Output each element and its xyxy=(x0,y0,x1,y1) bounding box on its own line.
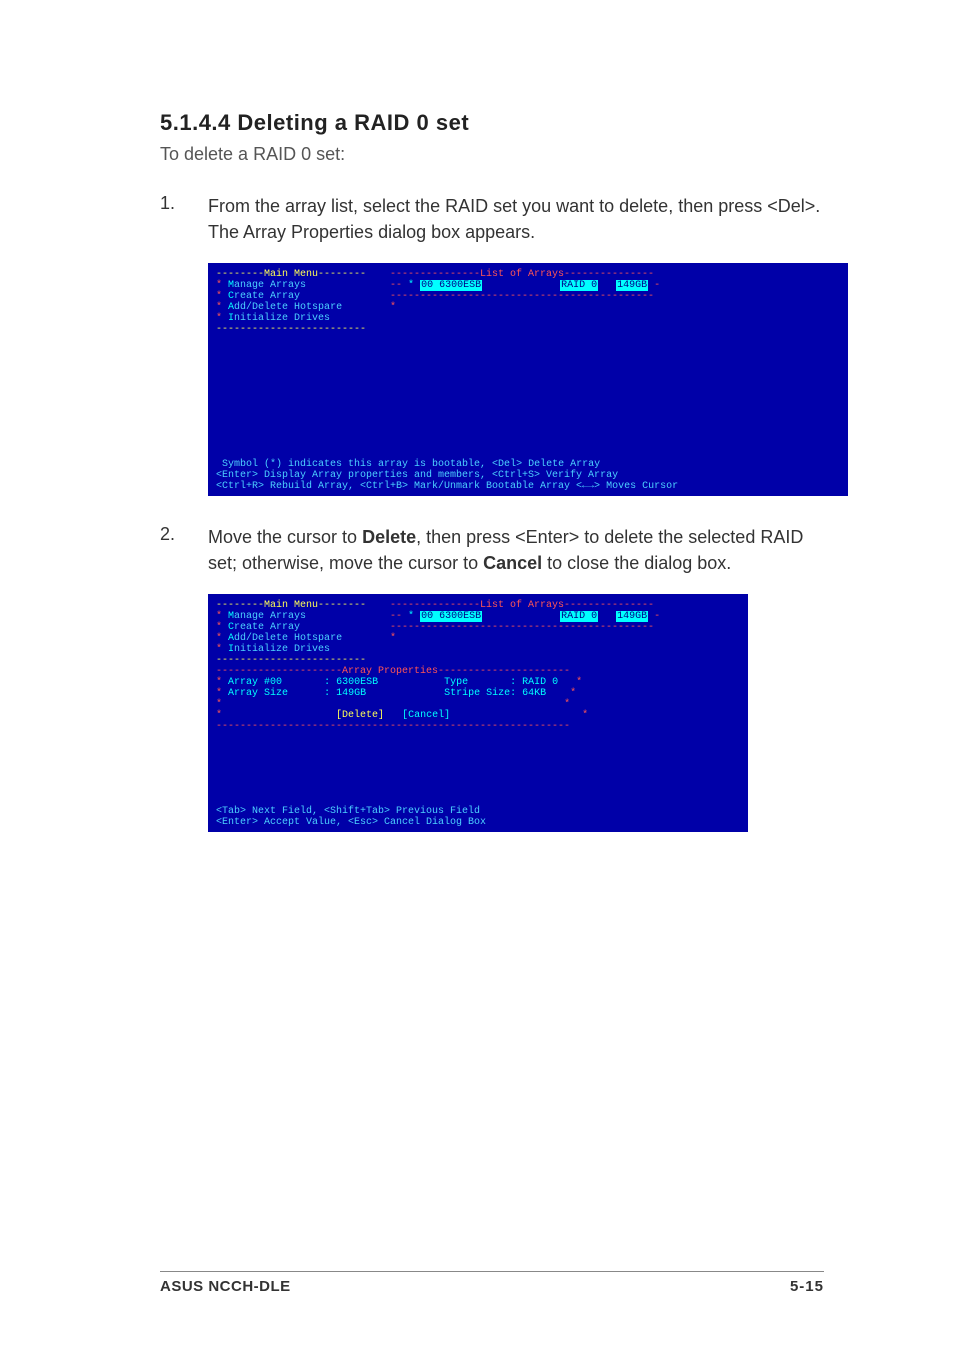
array-no-label: Array #00 xyxy=(228,677,282,688)
props-title: ---------------------Array Properties---… xyxy=(216,666,570,677)
bios-footer-line: <Ctrl+R> Rebuild Array, <Ctrl+B> Mark/Un… xyxy=(216,481,678,492)
stripe-val: 64KB xyxy=(522,688,546,699)
text-frag: to close the dialog box. xyxy=(542,553,731,573)
step-text: Move the cursor to Delete, then press <E… xyxy=(208,524,824,576)
list-border: ----------------------------------------… xyxy=(390,291,654,302)
step-1: 1. From the array list, select the RAID … xyxy=(160,193,824,245)
bios-footer-line: <Enter> Display Array properties and mem… xyxy=(216,470,618,481)
bios-screenshot-2: --------Main Menu-------- * Manage Array… xyxy=(208,594,748,832)
size-label: Array Size xyxy=(228,688,288,699)
page-footer: ASUS NCCH-DLE 5-15 xyxy=(160,1271,824,1295)
bios-screenshot-1: --------Main Menu-------- * Manage Array… xyxy=(208,263,848,496)
menu-item: dd/Delete Hotspare xyxy=(234,302,342,313)
array-row-raid: RAID 0 xyxy=(560,611,598,622)
array-row-id[interactable]: 00 6300ESB xyxy=(420,611,482,622)
step-2: 2. Move the cursor to Delete, then press… xyxy=(160,524,824,576)
array-row-size: 149GB xyxy=(616,280,648,291)
list-border: ----------------------------------------… xyxy=(390,622,654,633)
delete-button[interactable]: [Delete] xyxy=(336,710,384,721)
menu-border: ------------------------- xyxy=(216,324,366,335)
menu-title: --------Main Menu-------- xyxy=(216,600,366,611)
array-row-size: 149GB xyxy=(616,611,648,622)
footer-left: ASUS NCCH-DLE xyxy=(160,1278,291,1295)
delete-label: Delete xyxy=(362,527,416,547)
intro-text: To delete a RAID 0 set: xyxy=(160,144,824,165)
array-no-val: : 6300ESB xyxy=(324,677,378,688)
cancel-label: Cancel xyxy=(483,553,542,573)
menu-item: reate Array xyxy=(234,622,300,633)
step-number: 1. xyxy=(160,193,208,245)
text-frag: Move the cursor to xyxy=(208,527,362,547)
cancel-button[interactable]: [Cancel] xyxy=(402,710,450,721)
stripe-label: Stripe Size: xyxy=(444,688,516,699)
step-text: From the array list, select the RAID set… xyxy=(208,193,824,245)
menu-border: ------------------------- xyxy=(216,655,366,666)
menu-item: reate Array xyxy=(234,291,300,302)
step-number: 2. xyxy=(160,524,208,576)
list-title: ---------------List of Arrays-----------… xyxy=(390,600,654,611)
menu-item: nitialize Drives xyxy=(234,644,330,655)
size-val: : 149GB xyxy=(324,688,366,699)
menu-item: dd/Delete Hotspare xyxy=(234,633,342,644)
section-heading: 5.1.4.4 Deleting a RAID 0 set xyxy=(160,110,824,136)
array-row-raid: RAID 0 xyxy=(560,280,598,291)
bios-footer-line: <Tab> Next Field, <Shift+Tab> Previous F… xyxy=(216,806,480,817)
array-row-id[interactable]: 00 6300ESB xyxy=(420,280,482,291)
type-val: : RAID 0 xyxy=(510,677,558,688)
list-title: ---------------List of Arrays-----------… xyxy=(390,269,654,280)
menu-item: anage Arrays xyxy=(234,611,306,622)
menu-item: anage Arrays xyxy=(234,280,306,291)
type-label: Type xyxy=(444,677,468,688)
menu-item: nitialize Drives xyxy=(234,313,330,324)
bios-footer-line: Symbol (*) indicates this array is boota… xyxy=(222,459,600,470)
props-border: ----------------------------------------… xyxy=(216,721,570,732)
bios-footer-line: <Enter> Accept Value, <Esc> Cancel Dialo… xyxy=(216,817,486,828)
footer-right: 5-15 xyxy=(790,1278,824,1295)
menu-title: --------Main Menu-------- xyxy=(216,269,366,280)
